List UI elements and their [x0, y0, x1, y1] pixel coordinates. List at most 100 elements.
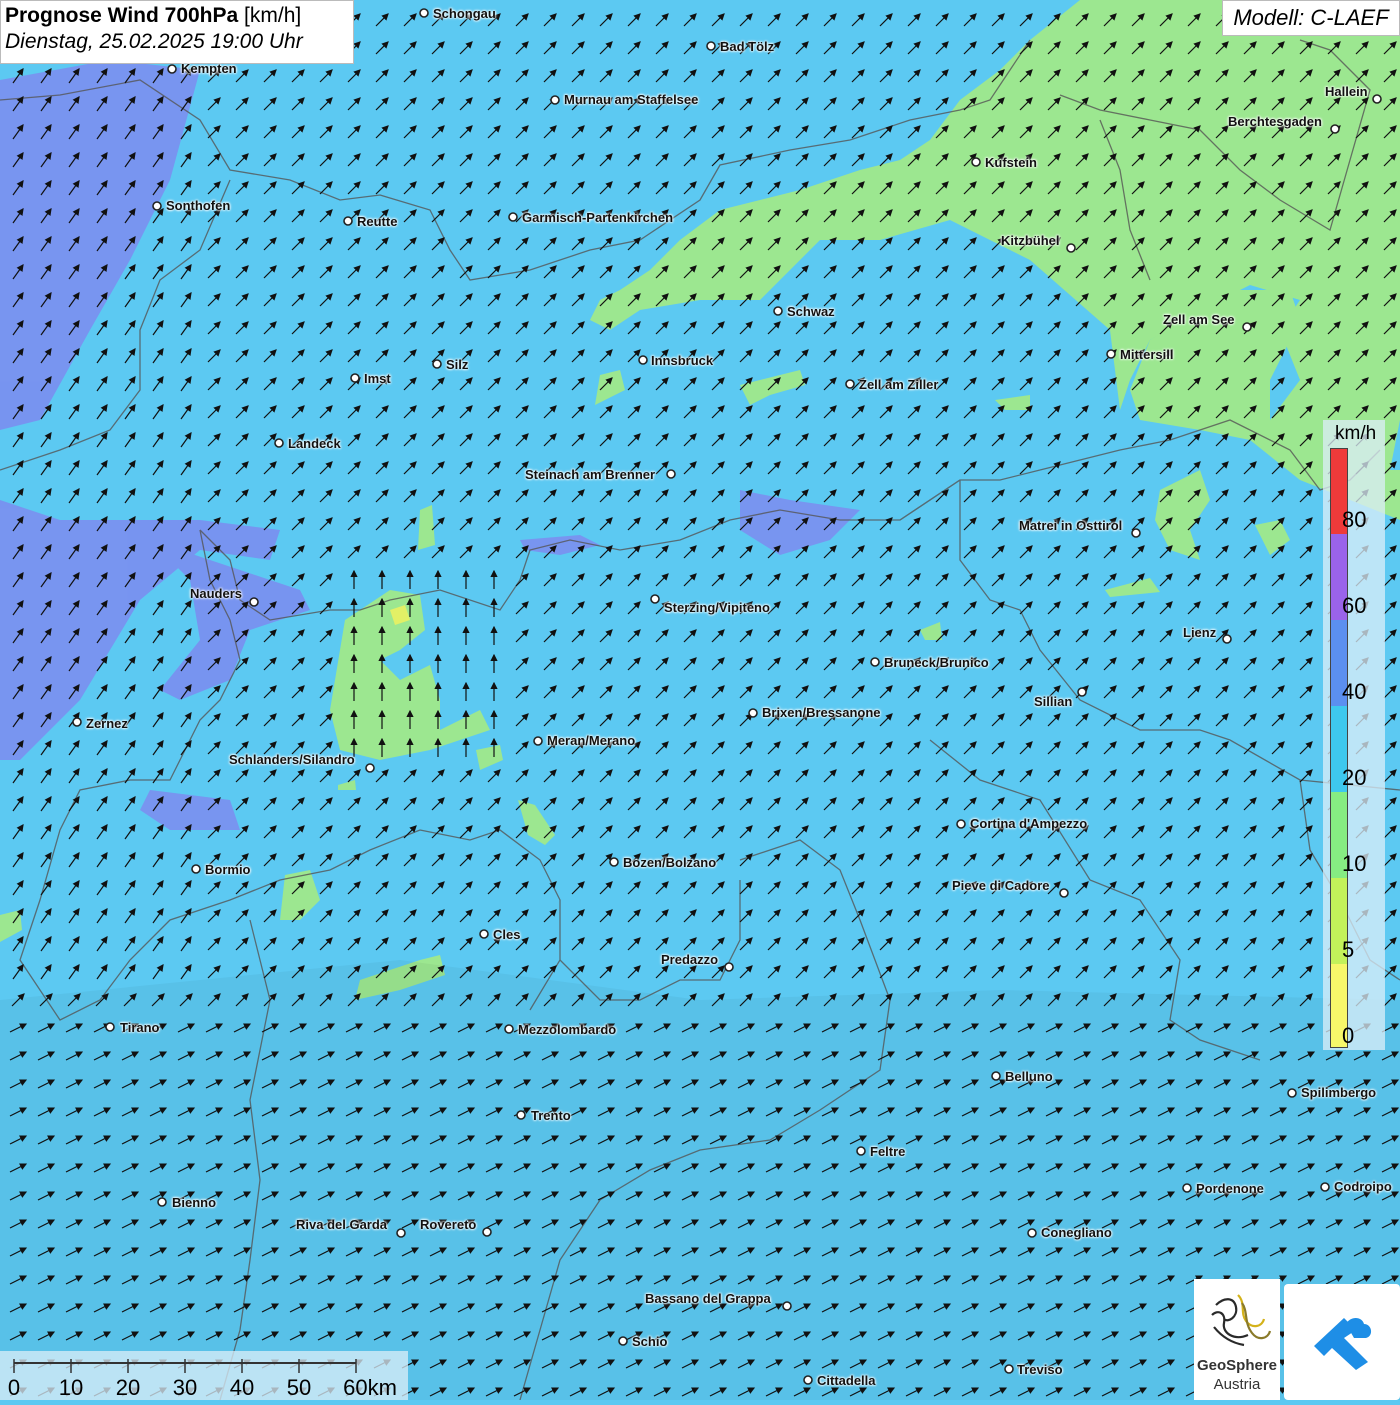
city-label: Meran/Merano: [547, 733, 636, 748]
legend-tick: 40: [1342, 679, 1367, 704]
city-label: Bozen/Bolzano: [623, 855, 717, 870]
city-dot: [956, 819, 966, 829]
legend-unit: km/h: [1335, 423, 1377, 444]
city-dot: [343, 216, 353, 226]
scale-tick: 0: [7, 1375, 21, 1400]
relief-shading: [0, 960, 1400, 1400]
legend-tick: 80: [1342, 507, 1367, 532]
city-label: Mezzolombardo: [518, 1022, 617, 1037]
city-dot: [1320, 1182, 1330, 1192]
color-legend: km/h 80 60 40 20 10 5 0: [1323, 420, 1385, 1050]
city-dot: [1182, 1183, 1192, 1193]
scale-bar: 0 10 20 30 40 50 60km: [0, 1351, 408, 1400]
city-label: Kufstein: [985, 155, 1037, 170]
city-dot: [845, 379, 855, 389]
city-label: Cortina d'Ampezzo: [970, 816, 1088, 831]
scale-tick: 60km: [343, 1375, 397, 1400]
city-label: Conegliano: [1041, 1225, 1112, 1240]
forecast-datetime: Dienstag, 25.02.2025 19:00 Uhr: [5, 30, 303, 53]
scale-tick: 40: [229, 1375, 255, 1400]
title-main: Prognose Wind 700hPa: [5, 4, 239, 27]
city-dot: [365, 763, 375, 773]
city-label: Codroipo: [1334, 1179, 1392, 1194]
city-label: Mittersill: [1120, 347, 1174, 362]
city-dot: [1077, 687, 1087, 697]
city-label: Sterzing/Vipiteno: [664, 600, 770, 615]
city-label: Garmisch-Partenkirchen: [522, 210, 674, 225]
city-dot: [482, 1227, 492, 1237]
model-label: Modell: C-LAEF: [1222, 0, 1400, 36]
city-label: Cles: [493, 927, 521, 942]
city-dot: [724, 962, 734, 972]
city-dot: [1372, 94, 1382, 104]
city-dot: [666, 469, 676, 479]
city-dot: [870, 657, 880, 667]
city-label: Berchtesgaden: [1228, 114, 1322, 129]
city-label: Imst: [364, 371, 391, 386]
city-label: Brixen/Bressanone: [762, 705, 881, 720]
city-dot: [533, 736, 543, 746]
city-dot: [479, 929, 489, 939]
geosphere-emblem-icon: [1211, 1294, 1272, 1347]
city-dot: [1242, 322, 1252, 332]
city-dot: [1287, 1088, 1297, 1098]
city-dot: [1222, 634, 1232, 644]
city-dot: [105, 1022, 115, 1032]
city-dot: [350, 373, 360, 383]
scale-tick: 20: [115, 1375, 141, 1400]
city-label: Steinach am Brenner: [525, 467, 656, 482]
provider-subtitle: Austria: [1213, 1376, 1261, 1393]
city-dot: [72, 717, 82, 727]
city-label: Trento: [531, 1108, 571, 1123]
city-label: Cittadella: [817, 1373, 876, 1388]
city-dot: [1330, 124, 1340, 134]
city-label: Innsbruck: [651, 353, 714, 368]
city-label: Schwaz: [787, 304, 835, 319]
city-label: Zell am See: [1163, 312, 1235, 327]
city-label: Bad Tölz: [720, 39, 775, 54]
city-dot: [1059, 888, 1069, 898]
city-label: Sillian: [1034, 694, 1073, 709]
city-dot: [638, 355, 648, 365]
city-dot: [1131, 528, 1141, 538]
city-dot: [274, 438, 284, 448]
city-dot: [773, 306, 783, 316]
city-label: Tirano: [120, 1020, 160, 1035]
city-label: Murnau am Staffelsee: [564, 92, 699, 107]
city-dot: [1004, 1364, 1014, 1374]
city-label: Matrei in Osttirol: [1019, 518, 1123, 533]
city-dot: [748, 708, 758, 718]
city-label: Pieve di Cadore: [952, 878, 1050, 893]
city-dot: [152, 201, 162, 211]
city-label: Rovereto: [420, 1217, 477, 1232]
city-label: Schongau: [433, 6, 496, 21]
city-dot: [550, 95, 560, 105]
map-title: Prognose Wind 700hPa [km/h]: [5, 4, 349, 28]
city-dot: [191, 864, 201, 874]
city-label: Bassano del Grappa: [645, 1291, 771, 1306]
scale-tick: 30: [172, 1375, 198, 1400]
city-label: Feltre: [870, 1144, 906, 1159]
city-label: Treviso: [1017, 1362, 1063, 1377]
city-dot: [706, 41, 716, 51]
city-dot: [971, 157, 981, 167]
app-logo[interactable]: [1284, 1284, 1400, 1400]
city-dot: [508, 212, 518, 222]
city-dot: [856, 1146, 866, 1156]
city-label: Bienno: [172, 1195, 217, 1210]
city-dot: [1066, 243, 1076, 253]
city-label: Zernez: [86, 716, 128, 731]
city-label: Nauders: [190, 586, 243, 601]
city-dot: [157, 1197, 167, 1207]
app-logo-icon: [1314, 1318, 1372, 1370]
city-dot: [167, 64, 177, 74]
city-label: Kitzbühel: [1001, 233, 1060, 248]
city-label: Schlanders/Silandro: [229, 752, 355, 767]
city-dot: [432, 359, 442, 369]
city-dot: [1027, 1228, 1037, 1238]
city-dot: [504, 1024, 514, 1034]
city-dot: [396, 1228, 406, 1238]
legend-tick: 10: [1342, 851, 1367, 876]
geosphere-logo[interactable]: GeoSphere Austria: [1194, 1279, 1280, 1400]
title-unit: [km/h]: [244, 4, 302, 27]
